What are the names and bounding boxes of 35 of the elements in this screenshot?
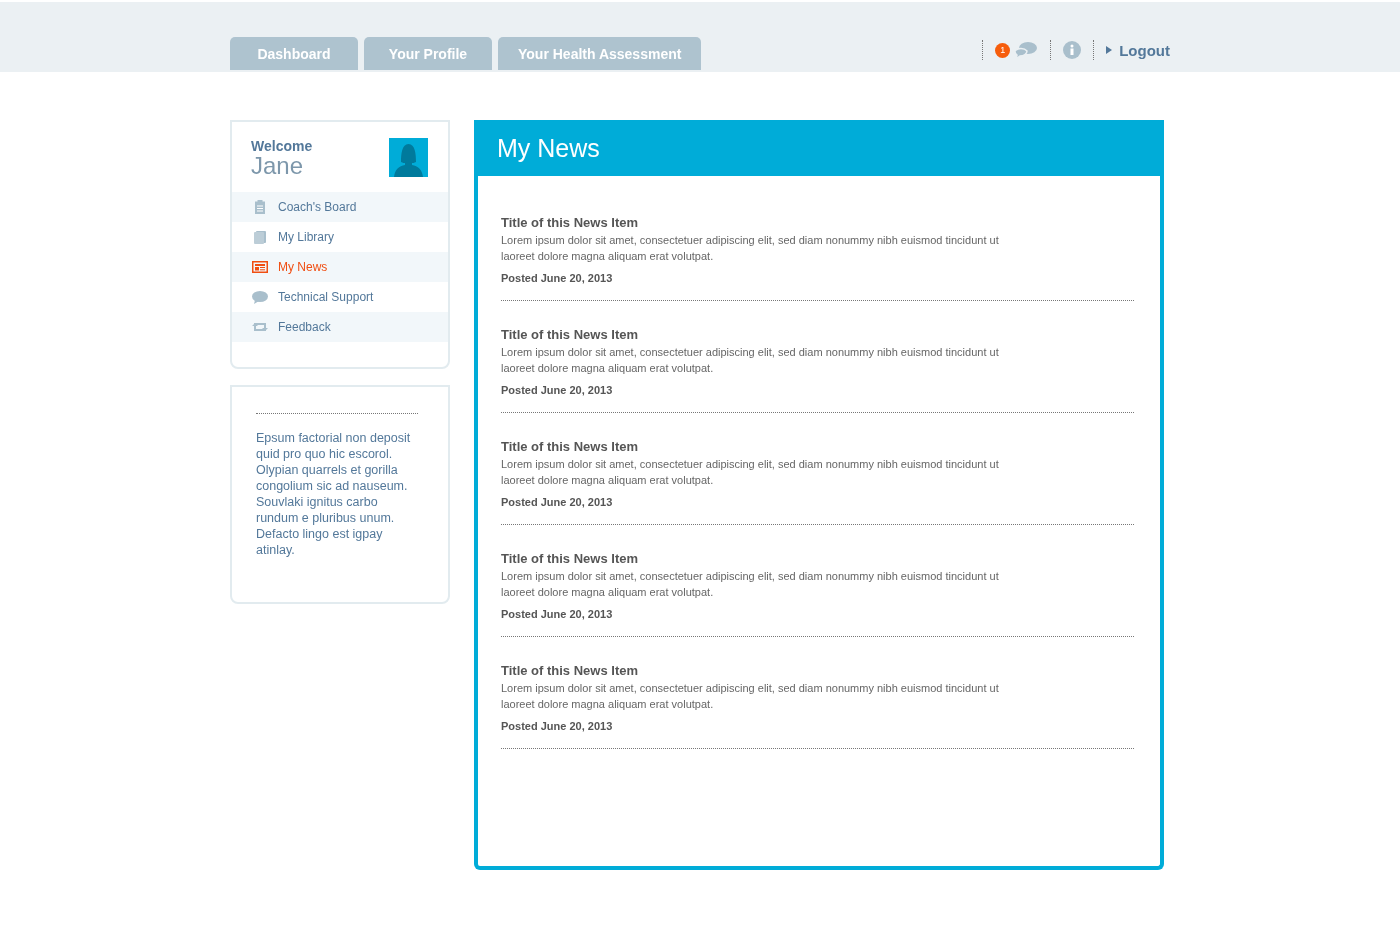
- sidebar-item[interactable]: Technical Support: [232, 282, 448, 312]
- news-summary: Lorem ipsum dolor sit amet, consectetuer adipiscing elit, sed diam nonummy nibh euismod tincidunt ut laoreet dolore magna aliquam erat volutpat.: [501, 457, 1000, 488]
- news-summary: Lorem ipsum dolor sit amet, consectetuer adipiscing elit, sed diam nonummy nibh euismod tincidunt ut laoreet dolore magna aliquam erat volutpat.: [501, 233, 1000, 264]
- posted-date: Posted June 20, 2013: [501, 608, 614, 620]
- side-note-text: Epsum factorial non deposit quid pro quo hic escorol. Olypian quarrels et gorilla congolium sic ad nauseum. Souvlaki ignitus carbo rundum e pluribus unum. Defacto lingo est igpay atinlay.: [256, 430, 412, 558]
- repeat-arrows-icon: [252, 321, 268, 333]
- posted-date: Posted June 20, 2013: [501, 272, 614, 284]
- clipboard-icon: [252, 200, 268, 214]
- news-title[interactable]: Title of this News Item: [501, 663, 1134, 678]
- user-name: Jane: [251, 154, 305, 178]
- news-summary: Lorem ipsum dolor sit amet, consectetuer adipiscing elit, sed diam nonummy nibh euismod tincidunt ut laoreet dolore magna aliquam erat volutpat.: [501, 345, 1000, 376]
- chat-bubbles-icon[interactable]: [1012, 41, 1039, 59]
- news-title[interactable]: Title of this News Item: [501, 327, 1134, 342]
- logout-link[interactable]: Logout: [1106, 41, 1170, 59]
- sidebar-item[interactable]: My News: [232, 252, 448, 282]
- news-panel-title: My News: [497, 133, 600, 163]
- speech-bubble-icon: [252, 290, 268, 304]
- triangle-icon: [1106, 46, 1113, 54]
- sidebar-item[interactable]: My Library: [232, 222, 448, 252]
- notification-badge: 1: [995, 42, 1011, 58]
- news-title[interactable]: Title of this News Item: [501, 439, 1134, 454]
- news-summary: Lorem ipsum dolor sit amet, consectetuer adipiscing elit, sed diam nonummy nibh euismod tincidunt ut laoreet dolore magna aliquam erat volutpat.: [501, 681, 1000, 712]
- sidebar-item[interactable]: Feedback: [232, 312, 448, 342]
- book-icon: [252, 230, 268, 244]
- welcome-label: Welcome: [251, 138, 313, 154]
- news-title[interactable]: Title of this News Item: [501, 551, 1134, 566]
- sidebar-item[interactable]: Coach's Board: [232, 192, 448, 222]
- posted-date: Posted June 20, 2013: [501, 720, 614, 732]
- news-summary: Lorem ipsum dolor sit amet, consectetuer adipiscing elit, sed diam nonummy nibh euismod tincidunt ut laoreet dolore magna aliquam erat volutpat.: [501, 569, 1000, 600]
- posted-date: Posted June 20, 2013: [501, 496, 614, 508]
- posted-date: Posted June 20, 2013: [501, 384, 614, 396]
- avatar-silhouette: [389, 138, 428, 177]
- news-title[interactable]: Title of this News Item: [501, 215, 1134, 230]
- info-icon[interactable]: [1063, 41, 1082, 59]
- newspaper-icon: [252, 261, 268, 273]
